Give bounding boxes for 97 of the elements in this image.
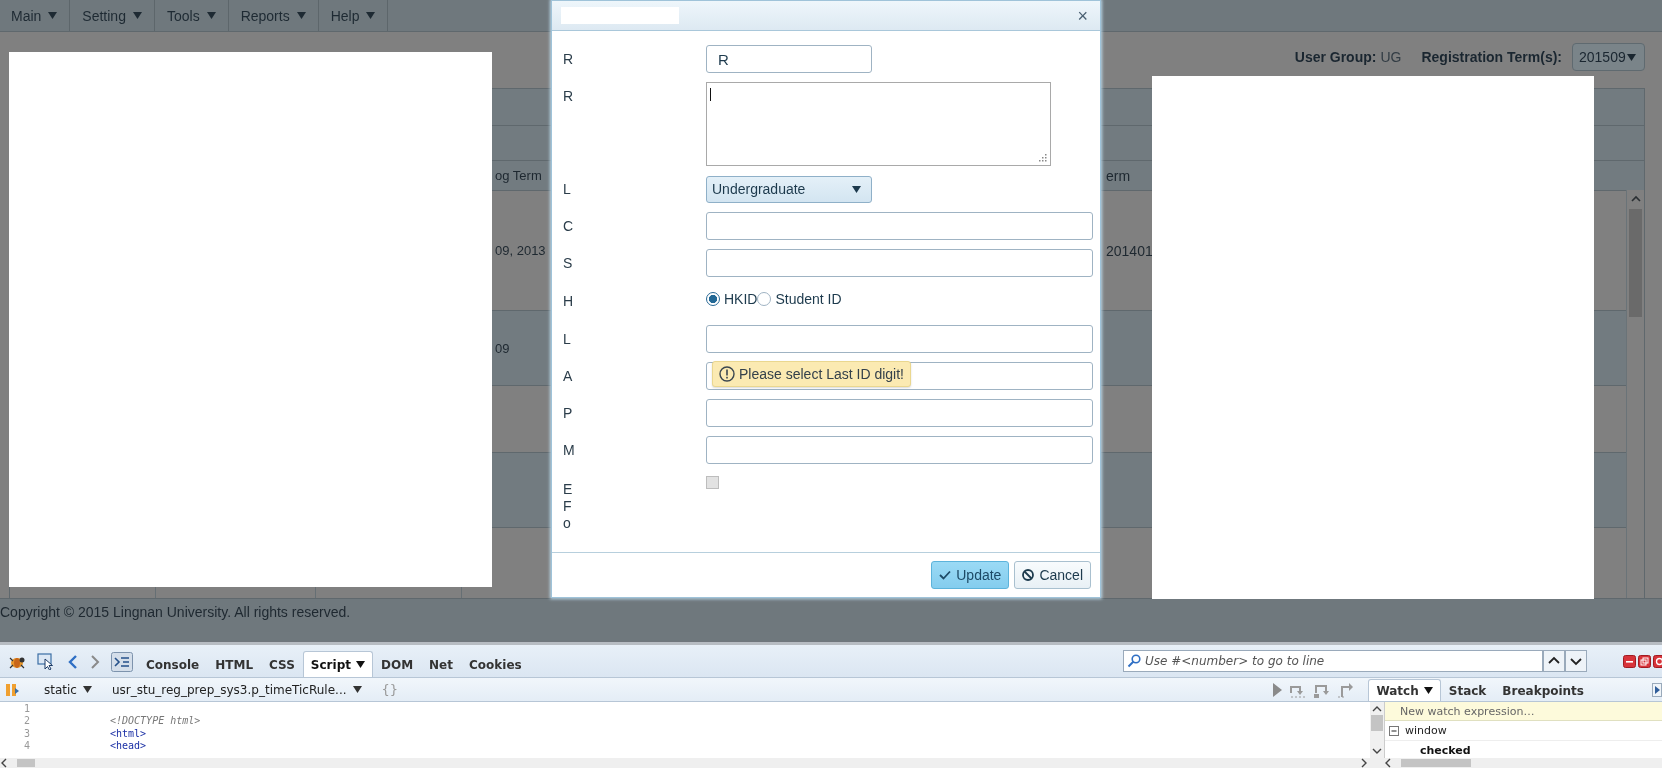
code-text: <head>: [110, 740, 147, 752]
scrollbar[interactable]: [1370, 702, 1384, 758]
caret-icon: [852, 185, 861, 193]
field-label: F: [563, 498, 572, 515]
scrollbar[interactable]: [0, 758, 1368, 768]
column-header: og Term: [495, 168, 542, 183]
watch-item[interactable]: window: [1405, 724, 1447, 737]
caret-icon: [82, 686, 92, 693]
caret-icon: [48, 12, 58, 19]
caret-icon: [366, 12, 376, 19]
table-cell: 09, 2013: [495, 243, 546, 258]
column-header: erm: [1106, 167, 1131, 184]
field-label: H: [563, 292, 574, 311]
caret-icon: [352, 686, 362, 693]
input-field[interactable]: [706, 249, 1093, 277]
scroll-down-icon[interactable]: [1372, 748, 1382, 755]
scroll-up-icon[interactable]: [1372, 705, 1382, 712]
radio-button[interactable]: [757, 292, 772, 306]
warning-icon: [719, 366, 735, 382]
cancel-button[interactable]: Cancel: [1014, 561, 1091, 589]
radio-label[interactable]: HKID: [724, 291, 758, 307]
mode-dropdown[interactable]: static: [34, 682, 102, 697]
console-toggle-icon[interactable]: [111, 652, 133, 672]
validation-tooltip: Please select Last ID digit!: [712, 361, 911, 387]
line-number: 1: [22, 702, 30, 714]
panel-tab[interactable]: Net: [421, 651, 461, 677]
field-label: P: [563, 404, 573, 423]
side-panel-tab[interactable]: Watch: [1368, 679, 1441, 701]
scroll-left-icon[interactable]: [1384, 758, 1391, 768]
scroll-right-icon[interactable]: [1361, 758, 1368, 768]
collapse-icon[interactable]: [1389, 725, 1399, 736]
radio-button[interactable]: [706, 292, 720, 306]
caret-icon: [296, 12, 306, 19]
scroll-left-icon[interactable]: [0, 758, 7, 768]
input-field[interactable]: [706, 212, 1093, 240]
field-label: S: [563, 254, 573, 273]
caret-icon: [132, 12, 142, 19]
panel-tab[interactable]: Script: [302, 651, 373, 677]
search-icon: [1127, 654, 1141, 668]
field-label: L: [563, 180, 571, 199]
table-cell: 201401: [1106, 242, 1153, 259]
update-button[interactable]: Update: [931, 561, 1010, 589]
line-number: 3: [22, 727, 30, 739]
back-icon[interactable]: [67, 654, 79, 670]
input-field[interactable]: [706, 325, 1093, 353]
code-text: <!DOCTYPE html>: [110, 715, 201, 727]
restore-icon[interactable]: [1638, 654, 1651, 668]
radio-label[interactable]: Student ID: [775, 291, 842, 307]
field-label: R: [563, 87, 574, 104]
line-number: 4: [22, 740, 30, 752]
resize-grip-icon[interactable]: [1039, 154, 1047, 162]
input-field[interactable]: [706, 399, 1093, 427]
scrollbar-thumb[interactable]: [1371, 715, 1383, 731]
ban-icon: [1022, 569, 1035, 581]
input-field[interactable]: R: [706, 45, 872, 73]
code-text: <html>: [110, 727, 147, 739]
field-label: E: [563, 481, 573, 498]
panel-tab[interactable]: Console: [138, 651, 208, 677]
panel-tab[interactable]: DOM: [372, 651, 422, 677]
close-icon[interactable]: [1653, 654, 1662, 668]
side-panel-tab[interactable]: Stack: [1440, 679, 1495, 701]
field-label: C: [563, 217, 574, 236]
field-label: A: [563, 367, 573, 386]
scrollbar-thumb[interactable]: [1401, 759, 1471, 767]
scrollbar[interactable]: [1626, 190, 1644, 598]
field-label: L: [563, 330, 571, 349]
check-icon: [939, 570, 952, 580]
scrollbar-thumb[interactable]: [17, 759, 35, 767]
scroll-up-icon[interactable]: [1630, 195, 1641, 202]
panel-tab[interactable]: HTML: [207, 651, 262, 677]
field-label: R: [563, 50, 574, 69]
field-label: M: [563, 441, 575, 460]
caret-icon: [1627, 53, 1636, 61]
text-area[interactable]: [706, 82, 1051, 166]
user-group-value: UG: [1380, 49, 1402, 65]
file-dropdown[interactable]: usr_stu_reg_prep_sys3.p_timeTicRule...: [101, 682, 372, 697]
panel-tab[interactable]: CSS: [261, 651, 303, 677]
watch-property[interactable]: checked: [1420, 744, 1471, 757]
level-dropdown[interactable]: Undergraduate: [706, 175, 872, 203]
more-arrow-icon[interactable]: [1652, 682, 1662, 697]
copyright-text: Copyright © 2015 Lingnan University. All rights reserved.: [0, 604, 351, 620]
term-dropdown[interactable]: 201509: [1572, 43, 1645, 71]
close-button[interactable]: ×: [1073, 5, 1092, 26]
minimize-icon[interactable]: [1623, 654, 1636, 668]
pause-icon[interactable]: [4, 681, 20, 698]
input-field[interactable]: [706, 436, 1093, 464]
caret-icon: [206, 12, 216, 19]
term-label: Registration Term(s):: [1421, 49, 1562, 65]
search-field[interactable]: Use #<number> to go to line: [1123, 650, 1543, 672]
table-cell: 09: [495, 340, 510, 356]
side-panel-tab[interactable]: Breakpoints: [1494, 679, 1592, 701]
line-number: 2: [22, 715, 30, 727]
panel-tab[interactable]: Cookies: [461, 651, 530, 677]
forward-icon[interactable]: [89, 654, 101, 670]
field-label: o: [563, 515, 571, 532]
watch-expression-input[interactable]: New watch expression…: [1385, 702, 1662, 721]
user-group-label: User Group:: [1294, 49, 1377, 65]
